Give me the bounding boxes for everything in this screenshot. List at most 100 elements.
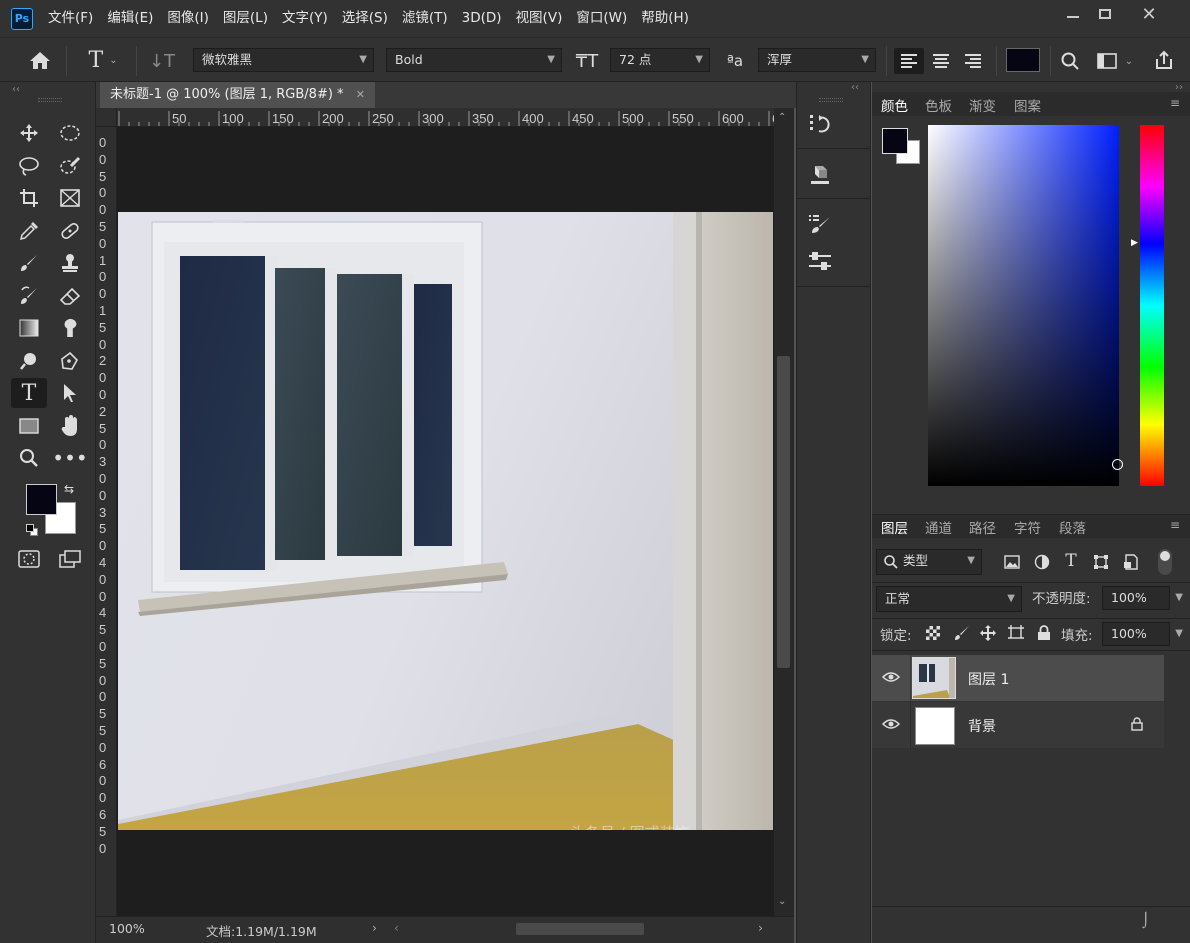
tab-color[interactable]: 颜色 bbox=[881, 95, 908, 115]
align-center-button[interactable] bbox=[926, 48, 956, 74]
antialias-select[interactable]: 浑厚 ▼ bbox=[758, 48, 876, 72]
scroll-right-icon[interactable]: › bbox=[758, 920, 763, 935]
fill-input[interactable]: 100% ▼ bbox=[1102, 622, 1183, 646]
crop-tool[interactable] bbox=[11, 183, 47, 213]
toggle-orientation-button[interactable]: ↓T bbox=[148, 47, 176, 75]
filter-smart-object-button[interactable] bbox=[1121, 552, 1141, 572]
close-tab-icon[interactable]: ✕ bbox=[356, 88, 365, 101]
eraser-tool[interactable] bbox=[52, 281, 88, 311]
color-panel-foreground-swatch[interactable] bbox=[882, 128, 908, 154]
blend-mode-select[interactable]: 正常 ▼ bbox=[876, 586, 1022, 612]
canvas-image-room[interactable]: 头条号 / 图或装饰 bbox=[118, 212, 773, 830]
close-window-button[interactable]: ✕ bbox=[1128, 0, 1170, 28]
filter-pixel-button[interactable] bbox=[1002, 552, 1022, 572]
status-menu-arrow-icon[interactable]: › bbox=[372, 920, 377, 935]
marquee-tool[interactable] bbox=[52, 118, 88, 148]
type-tool-preset[interactable]: T ⌄ bbox=[80, 46, 126, 74]
tab-patterns[interactable]: 图案 bbox=[1014, 95, 1041, 115]
history-brush-tool[interactable] bbox=[11, 281, 47, 311]
menu-image[interactable]: 图像(I) bbox=[160, 0, 216, 37]
scroll-left-icon[interactable]: ‹ bbox=[394, 920, 399, 935]
search-button[interactable] bbox=[1056, 48, 1084, 74]
default-colors-icon[interactable] bbox=[26, 524, 38, 536]
layer-name[interactable]: 背景 bbox=[968, 716, 996, 736]
brush-tool[interactable] bbox=[11, 248, 47, 278]
eyedropper-tool[interactable] bbox=[11, 216, 47, 246]
ruler-origin[interactable] bbox=[96, 108, 117, 127]
filter-toggle[interactable] bbox=[1158, 549, 1172, 575]
align-left-button[interactable] bbox=[894, 48, 924, 74]
tab-paragraph[interactable]: 段落 bbox=[1059, 517, 1086, 537]
layer-row-background[interactable]: 背景 bbox=[872, 702, 1164, 748]
frame-tool[interactable] bbox=[52, 183, 88, 213]
scroll-down-icon[interactable]: ⌄ bbox=[778, 896, 786, 907]
path-selection-tool[interactable] bbox=[52, 378, 88, 408]
tab-paths[interactable]: 路径 bbox=[969, 517, 996, 537]
gradient-tool[interactable] bbox=[11, 313, 47, 343]
menu-filter[interactable]: 滤镜(T) bbox=[395, 0, 455, 37]
panel-menu-icon[interactable]: ≡ bbox=[1170, 96, 1180, 110]
lasso-tool[interactable] bbox=[11, 151, 47, 181]
color-picker-field[interactable] bbox=[928, 125, 1123, 486]
menu-edit[interactable]: 编辑(E) bbox=[100, 0, 160, 37]
menu-view[interactable]: 视图(V) bbox=[509, 0, 570, 37]
smudge-tool[interactable] bbox=[52, 313, 88, 343]
lock-transparency-icon[interactable] bbox=[926, 626, 940, 640]
pen-tool[interactable] bbox=[52, 346, 88, 376]
history-panel-button[interactable] bbox=[805, 110, 835, 138]
document-tab[interactable]: 未标题-1 @ 100% (图层 1, RGB/8#) * ✕ bbox=[100, 82, 375, 108]
zoom-level[interactable]: 100% bbox=[109, 921, 145, 936]
font-size-select[interactable]: 72 点 ▼ bbox=[610, 48, 710, 72]
lock-artboard-button[interactable] bbox=[1006, 623, 1026, 643]
workspace-button[interactable]: ⌄ bbox=[1090, 48, 1140, 74]
rectangle-tool[interactable] bbox=[11, 411, 47, 441]
resize-grip-icon[interactable]: ⌡ bbox=[1142, 913, 1149, 929]
font-style-select[interactable]: Bold ▼ bbox=[386, 48, 562, 72]
quick-selection-tool[interactable] bbox=[52, 151, 88, 181]
filter-adjustment-button[interactable] bbox=[1032, 552, 1052, 572]
opacity-input[interactable]: 100% ▼ bbox=[1102, 586, 1183, 610]
tab-gradients[interactable]: 渐变 bbox=[969, 95, 996, 115]
color-picker-cursor[interactable] bbox=[1112, 459, 1123, 470]
menu-layer[interactable]: 图层(L) bbox=[216, 0, 275, 37]
hand-tool[interactable] bbox=[52, 411, 88, 441]
type-tool[interactable]: T bbox=[11, 378, 47, 408]
expand-icon[interactable]: ‹‹ bbox=[851, 82, 859, 93]
menu-window[interactable]: 窗口(W) bbox=[569, 0, 634, 37]
eye-icon[interactable] bbox=[881, 717, 901, 731]
dodge-tool[interactable] bbox=[11, 346, 47, 376]
move-tool[interactable] bbox=[11, 118, 47, 148]
menu-file[interactable]: 文件(F) bbox=[41, 0, 100, 37]
text-color-swatch[interactable] bbox=[1006, 48, 1040, 72]
collapse-icon[interactable]: ‹‹ bbox=[12, 84, 20, 95]
adjustments-button[interactable] bbox=[805, 248, 835, 276]
tab-layers[interactable]: 图层 bbox=[881, 517, 908, 537]
foreground-color-swatch[interactable] bbox=[26, 484, 57, 515]
layer-name[interactable]: 图层 1 bbox=[968, 669, 1009, 689]
zoom-tool[interactable] bbox=[11, 443, 47, 473]
panel-menu-icon[interactable]: ≡ bbox=[1170, 518, 1180, 532]
layer-filter-select[interactable]: 类型 ▼ bbox=[876, 549, 982, 575]
font-family-select[interactable]: 微软雅黑 ▼ bbox=[193, 48, 374, 72]
align-right-button[interactable] bbox=[958, 48, 988, 74]
clone-stamp-tool[interactable] bbox=[52, 248, 88, 278]
scroll-up-icon[interactable]: ⌃ bbox=[778, 112, 786, 123]
hue-slider-handle[interactable]: ▶ bbox=[1131, 238, 1138, 248]
menu-3d[interactable]: 3D(D) bbox=[455, 0, 509, 37]
menu-help[interactable]: 帮助(H) bbox=[634, 0, 696, 37]
lock-all-button[interactable] bbox=[1034, 623, 1054, 643]
filter-type-button[interactable]: T bbox=[1061, 550, 1081, 572]
tab-channels[interactable]: 通道 bbox=[925, 517, 952, 537]
home-button[interactable] bbox=[26, 48, 54, 72]
quick-mask-button[interactable] bbox=[11, 544, 47, 574]
hue-slider[interactable] bbox=[1140, 125, 1164, 486]
share-button[interactable] bbox=[1150, 46, 1178, 74]
lock-position-button[interactable] bbox=[978, 623, 998, 643]
menu-type[interactable]: 文字(Y) bbox=[275, 0, 335, 37]
layer-row-layer-1[interactable]: 图层 1 bbox=[872, 655, 1164, 701]
vertical-scrollbar[interactable]: ⌃ ⌄ bbox=[774, 108, 794, 916]
healing-brush-tool[interactable] bbox=[52, 216, 88, 246]
more-tools-button[interactable]: ••• bbox=[52, 443, 88, 473]
3d-panel-button[interactable] bbox=[805, 160, 835, 190]
filter-shape-button[interactable] bbox=[1091, 552, 1111, 572]
